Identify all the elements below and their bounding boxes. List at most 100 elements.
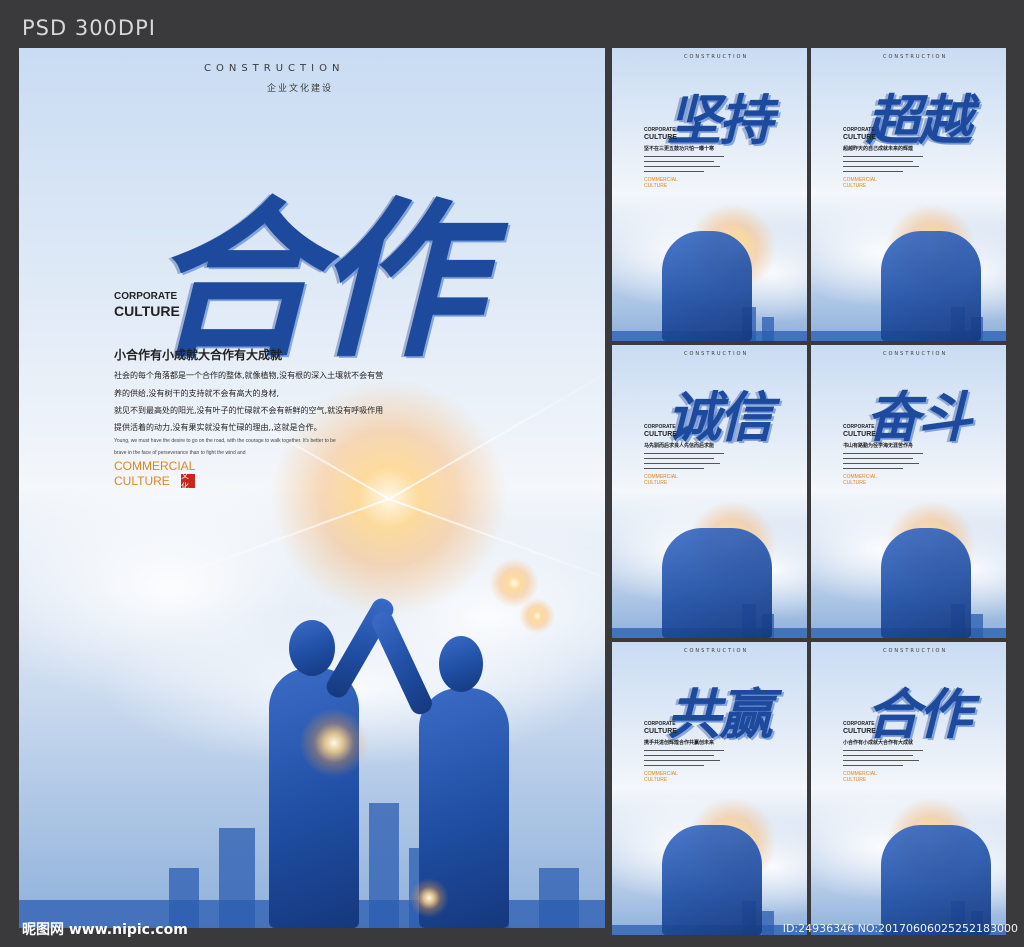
culture-label: CULTURE [644, 431, 677, 438]
city-building [219, 828, 255, 928]
poster-title: 坚持 [667, 88, 773, 152]
culture-label: CULTURE [114, 303, 180, 319]
paragraph-line: 社会的每个角落都是一个合作的整体,就像植物,没有根的深入土壤就不会有营 [114, 371, 384, 380]
text-placeholder-line [843, 171, 903, 172]
silhouette [662, 231, 752, 341]
text-placeholder-line [644, 156, 724, 157]
construction-label: CONSTRUCTION [684, 351, 749, 357]
corporate-label: CORPORATE [644, 424, 676, 430]
culture-label: CULTURE [644, 134, 677, 141]
english-line: Young, we must have the desire to go on … [114, 438, 336, 444]
text-placeholder-line [644, 166, 720, 167]
poster-slogan: 小合作有小成就大合作有大成就 [843, 740, 914, 746]
text-placeholder-line [843, 750, 923, 751]
culture-label-orange: CULTURE [644, 183, 668, 189]
corporate-label: CORPORATE [843, 127, 875, 133]
city-building [762, 911, 774, 935]
corporate-label: CORPORATE [644, 127, 676, 133]
text-placeholder-line [843, 458, 913, 459]
corporate-label: CORPORATE [843, 721, 875, 727]
culture-label: CULTURE [843, 134, 876, 141]
site-watermark: 昵图网 www.nipic.com [22, 922, 188, 938]
culture-label: CULTURE [644, 728, 677, 735]
silhouette [881, 231, 981, 341]
poster-title: 奋斗 [866, 385, 972, 449]
poster-title: 诚信 [667, 385, 773, 449]
city-building [762, 317, 774, 341]
text-placeholder-line [644, 463, 720, 464]
head [289, 620, 335, 676]
poster-slogan: 马先驯而后求良人先信而后求能 [644, 443, 715, 449]
red-seal: 文化 [181, 471, 195, 491]
text-placeholder-line [644, 755, 714, 756]
text-placeholder-line [843, 760, 919, 761]
culture-label: CULTURE [843, 728, 876, 735]
text-placeholder-line [644, 765, 704, 766]
text-placeholder-line [843, 765, 903, 766]
paragraph-line: 养的供给,没有树干的支持就不会有高大的身材, [114, 389, 280, 398]
small-poster: CONSTRUCTION 共赢 CORPORATE CULTURE 携手共进创辉… [612, 642, 807, 935]
image-id: ID:24936346 NO:20170606025252183000 [782, 922, 1018, 935]
lens-flare [409, 878, 449, 918]
poster-slogan: 坚不在三更五鼓功只怕一曝十寒 [644, 146, 715, 152]
text-placeholder-line [644, 171, 704, 172]
text-placeholder-line [843, 161, 913, 162]
lens-flare [519, 598, 555, 634]
city-building [369, 803, 399, 928]
subtitle-label: 企业文化建设 [267, 84, 334, 94]
paragraph-line: 提供活着的动力,没有果实就没有忙碌的理由,,这就是合作。 [114, 423, 322, 432]
person-silhouette-left [269, 668, 359, 928]
small-poster: CONSTRUCTION 超越 CORPORATE CULTURE 超越昨天的自… [811, 48, 1006, 341]
culture-label-orange: CULTURE [644, 480, 668, 486]
corporate-label: CORPORATE [644, 721, 676, 727]
format-label: PSD 300DPI [22, 16, 156, 40]
construction-label: CONSTRUCTION [883, 351, 948, 357]
construction-label: CONSTRUCTION [684, 648, 749, 654]
text-placeholder-line [644, 161, 714, 162]
main-poster: CONSTRUCTION 企业文化建设 合作 CORPORATE CULTURE… [19, 48, 605, 928]
city-building [971, 614, 983, 638]
text-placeholder-line [644, 750, 724, 751]
text-placeholder-line [644, 468, 704, 469]
construction-label: CONSTRUCTION [204, 63, 345, 74]
text-placeholder-line [644, 453, 724, 454]
text-placeholder-line [843, 468, 903, 469]
small-poster: CONSTRUCTION 合作 CORPORATE CULTURE 小合作有小成… [811, 642, 1006, 935]
paragraph-line: 就见不到最高处的阳光,没有叶子的忙碌就不会有新鲜的空气,就没有呼吸作用 [114, 406, 384, 415]
poster-slogan: 超越昨天的自己成就未来的辉煌 [843, 146, 914, 152]
silhouette [662, 528, 772, 638]
silhouette [881, 825, 991, 935]
poster-title: 共赢 [667, 682, 773, 746]
culture-label: CULTURE [843, 431, 876, 438]
text-placeholder-line [843, 166, 919, 167]
poster-slogan: 携手共进创辉煌合作共赢创未来 [644, 740, 715, 746]
city-building [539, 868, 579, 928]
small-poster: CONSTRUCTION 诚信 CORPORATE CULTURE 马先驯而后求… [612, 345, 807, 638]
culture-label-orange: CULTURE [114, 474, 170, 488]
head [439, 636, 483, 692]
small-poster: CONSTRUCTION 奋斗 CORPORATE CULTURE 书山有路勤为… [811, 345, 1006, 638]
lens-flare [299, 708, 369, 778]
poster-slogan: 书山有路勤为径学海无涯苦作舟 [843, 443, 914, 449]
text-placeholder-line [843, 755, 913, 756]
construction-label: CONSTRUCTION [883, 54, 948, 60]
construction-label: CONSTRUCTION [883, 648, 948, 654]
text-placeholder-line [843, 453, 923, 454]
corporate-label: CORPORATE [114, 291, 178, 302]
construction-label: CONSTRUCTION [684, 54, 749, 60]
text-placeholder-line [843, 463, 919, 464]
text-placeholder-line [644, 760, 720, 761]
text-placeholder-line [644, 458, 714, 459]
culture-label-orange: CULTURE [843, 183, 867, 189]
culture-label-orange: CULTURE [644, 777, 668, 783]
corporate-label: CORPORATE [843, 424, 875, 430]
poster-title: 合作 [866, 682, 972, 746]
small-poster: CONSTRUCTION 坚持 CORPORATE CULTURE 坚不在三更五… [612, 48, 807, 341]
culture-label-orange: CULTURE [843, 777, 867, 783]
text-placeholder-line [843, 156, 923, 157]
poster-title: 超越 [866, 88, 972, 152]
culture-label-orange: CULTURE [843, 480, 867, 486]
slogan: 小合作有小成就大合作有大成就 [114, 348, 283, 362]
silhouette [881, 528, 971, 638]
silhouette [662, 825, 762, 935]
